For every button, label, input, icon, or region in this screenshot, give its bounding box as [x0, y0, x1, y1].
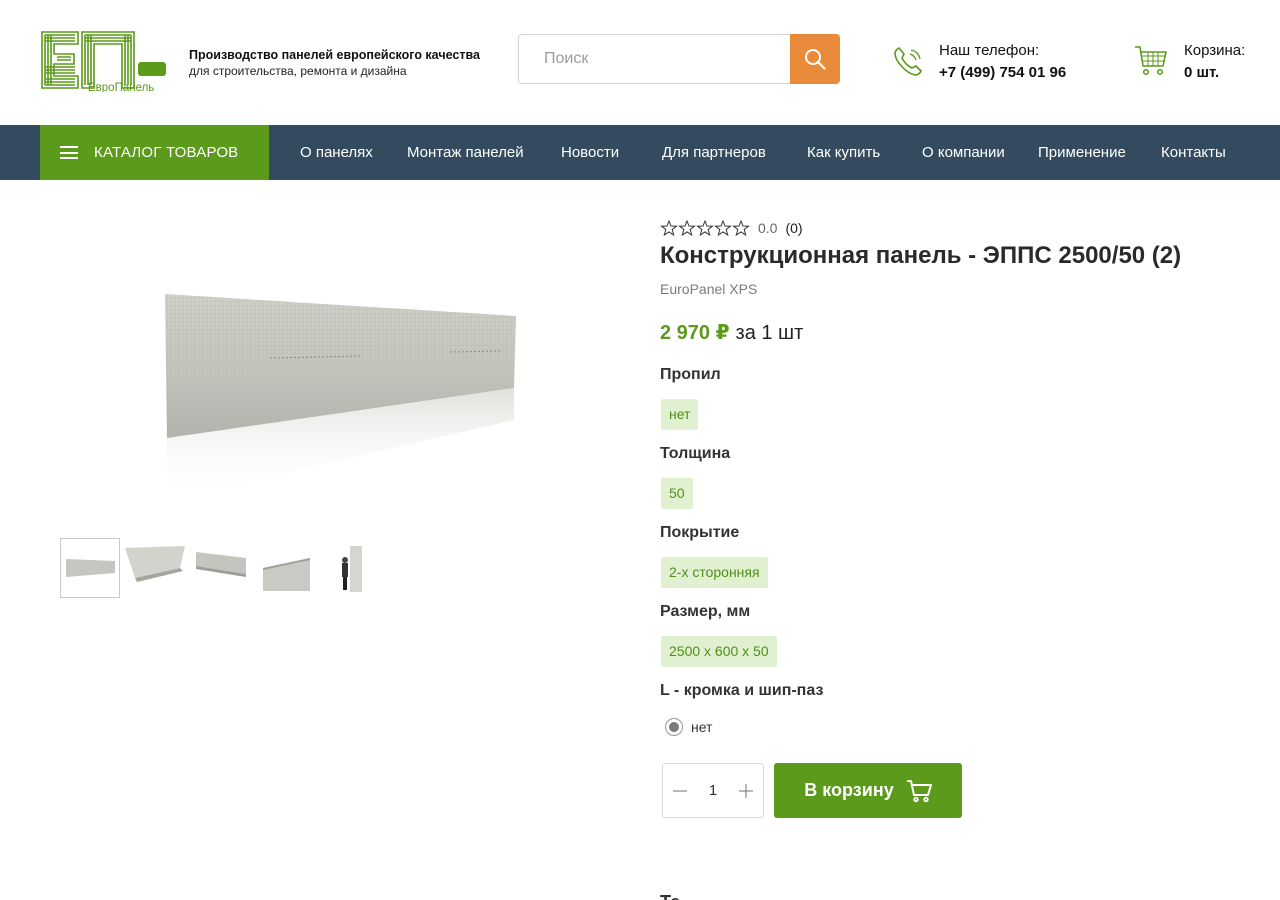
product-brand[interactable]: EuroPanel XPS	[660, 281, 757, 297]
thumbnail-1[interactable]	[60, 538, 120, 598]
add-to-cart-button[interactable]: В корзину	[774, 763, 962, 818]
thumbnail-3[interactable]	[190, 538, 250, 598]
property-chip-thickness[interactable]: 50	[661, 478, 693, 509]
nav-item-how-to-buy[interactable]: Как купить	[807, 125, 880, 180]
price-unit: за 1 шт	[735, 322, 804, 344]
property-label-cut: Пропил	[660, 366, 721, 383]
cart-label: Корзина:	[1184, 42, 1246, 59]
nav-item-application[interactable]: Применение	[1038, 125, 1126, 180]
catalog-label: КАТАЛОГ ТОВАРОВ	[94, 144, 239, 161]
rating-value: 0.0	[758, 220, 778, 236]
nav-item-about-panels[interactable]: О панелях	[300, 125, 373, 180]
increase-button[interactable]	[730, 764, 762, 817]
plus-icon	[739, 783, 753, 798]
property-chip-cut[interactable]: нет	[661, 399, 699, 430]
product-title: Конструкционная панель - ЭППС 2500/50 (2…	[660, 242, 1182, 269]
next-section-heading: Те	[660, 892, 820, 900]
product-rating: 0.0 (0)	[660, 220, 803, 236]
product-main-image[interactable]	[140, 270, 540, 510]
price-amount: 2 970 ₽	[660, 322, 730, 344]
add-to-cart-label: В корзину	[804, 780, 894, 800]
star-icon	[678, 220, 696, 236]
quantity-stepper: 1	[662, 763, 764, 818]
property-label-coating: Покрытие	[660, 524, 740, 541]
site-header: ЕвроПанель Производство панелей европейс…	[0, 0, 1280, 125]
phone-icon	[894, 47, 922, 76]
tagline-line1: Производство панелей европейского качест…	[189, 48, 480, 62]
nav-item-contacts[interactable]: Контакты	[1161, 125, 1226, 180]
main-nav: КАТАЛОГ ТОВАРОВ О панелях Монтаж панелей…	[0, 125, 1280, 180]
radio-button[interactable]	[665, 718, 683, 736]
tagline-line2: для строительства, ремонта и дизайна	[189, 64, 407, 78]
thumbnail-2[interactable]	[125, 538, 185, 598]
search-input[interactable]	[518, 34, 791, 84]
europanel-logo[interactable]: ЕвроПанель	[40, 30, 168, 92]
star-icon	[660, 220, 678, 236]
property-chip-coating[interactable]: 2-х сторонняя	[661, 557, 768, 588]
rating-stars[interactable]	[660, 220, 750, 236]
radio-label: нет	[691, 719, 713, 735]
property-label-edge: L - кромка и шип-паз	[660, 682, 824, 699]
hamburger-icon	[60, 146, 78, 159]
phone-block: Наш телефон: +7 (499) 754 01 96	[939, 41, 1066, 85]
edge-option-radio[interactable]: нет	[665, 718, 712, 736]
product-price: 2 970 ₽ за 1 шт	[660, 320, 803, 345]
phone-number[interactable]: +7 (499) 754 01 96	[939, 61, 1066, 85]
phone-label: Наш телефон:	[939, 42, 1040, 59]
search-icon	[805, 49, 826, 70]
decrease-button[interactable]	[664, 764, 696, 817]
rating-count[interactable]: (0)	[785, 220, 802, 236]
nav-item-partners[interactable]: Для партнеров	[662, 125, 766, 180]
thumbnail-5[interactable]	[320, 538, 380, 598]
tagline: Производство панелей европейского качест…	[189, 48, 480, 79]
star-icon	[696, 220, 714, 236]
cart-icon[interactable]	[1133, 42, 1169, 78]
property-chip-size[interactable]: 2500 х 600 х 50	[661, 636, 777, 667]
thumbnail-4[interactable]	[255, 538, 315, 598]
catalog-button[interactable]: КАТАЛОГ ТОВАРОВ	[40, 125, 269, 180]
minus-icon	[673, 789, 687, 792]
star-icon	[714, 220, 732, 236]
nav-item-about-company[interactable]: О компании	[922, 125, 1005, 180]
cart-block[interactable]: Корзина: 0 шт.	[1184, 41, 1245, 85]
search-bar	[518, 34, 840, 84]
logo-text: ЕвроПанель	[88, 82, 154, 92]
search-button[interactable]	[790, 34, 840, 84]
quantity-value[interactable]: 1	[695, 764, 731, 817]
nav-item-news[interactable]: Новости	[561, 125, 619, 180]
cart-count: 0 шт.	[1184, 64, 1220, 81]
property-label-thickness: Толщина	[660, 445, 731, 462]
property-label-size: Размер, мм	[660, 603, 751, 620]
nav-item-installation[interactable]: Монтаж панелей	[407, 125, 524, 180]
star-icon	[732, 220, 750, 236]
cart-icon	[906, 779, 932, 802]
